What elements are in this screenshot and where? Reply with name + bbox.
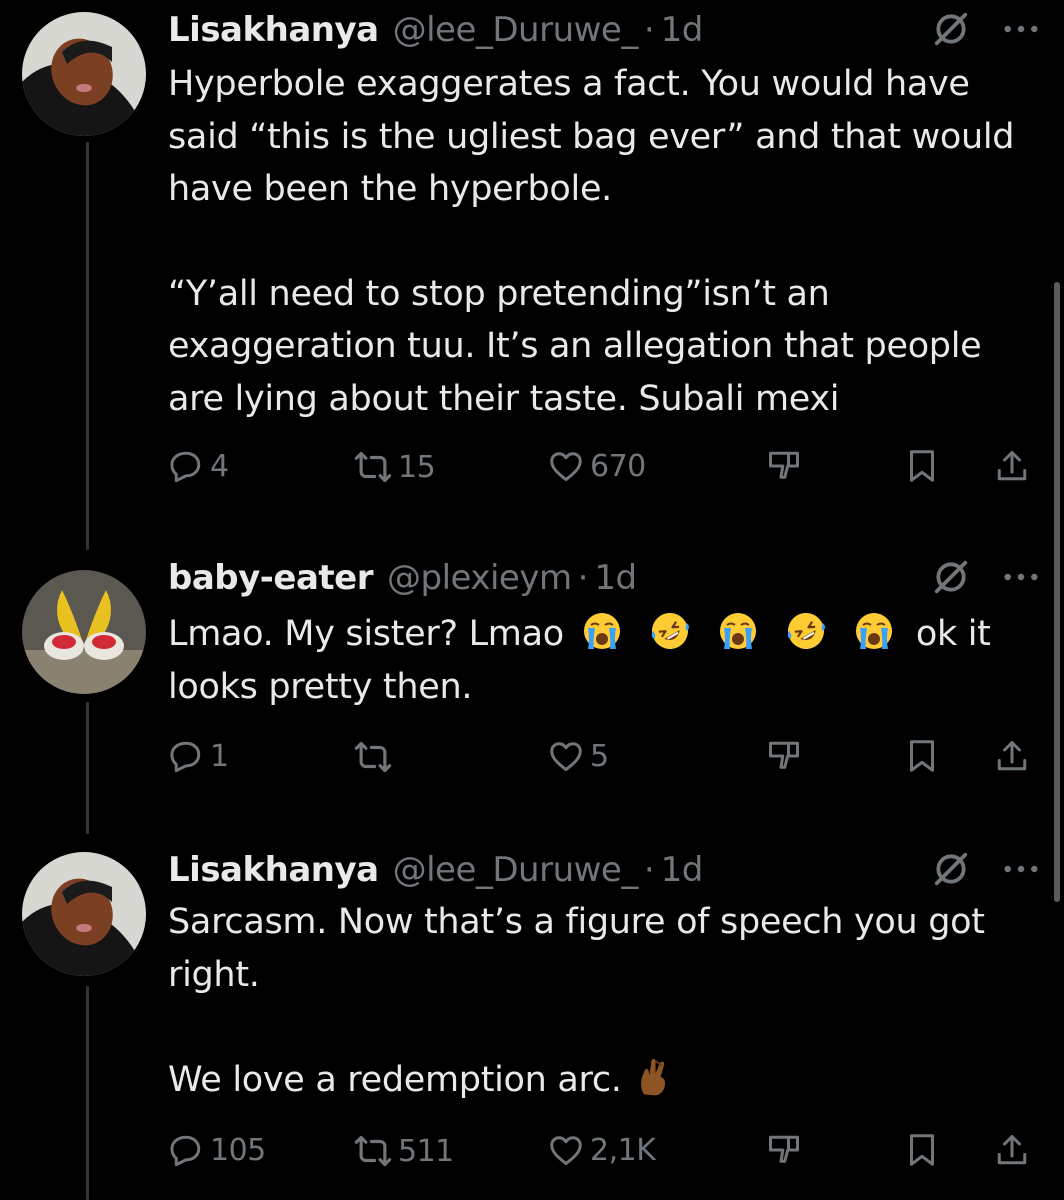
reply-count: 4 (210, 448, 229, 484)
heart-icon (548, 738, 584, 774)
slashed-circle-icon[interactable] (932, 558, 970, 596)
dislike-button[interactable] (766, 738, 802, 774)
crossed-fingers-emoji (636, 1053, 670, 1097)
repost-icon (354, 1132, 392, 1170)
repost-icon (354, 738, 392, 776)
bookmark-icon (904, 448, 940, 484)
repost-count: 15 (398, 449, 436, 485)
share-button[interactable] (994, 448, 1030, 484)
crying-face-emoji (718, 611, 758, 651)
action-bar: 4 15 670 (168, 448, 1038, 488)
dislike-icon (766, 738, 802, 774)
repost-button[interactable]: 511 (354, 1132, 454, 1170)
avatar[interactable] (22, 12, 146, 136)
more-horizontal-icon[interactable] (1002, 863, 1040, 875)
share-button[interactable] (994, 738, 1030, 774)
rofl-face-emoji (650, 611, 690, 651)
tweet-paragraph: looks pretty then. (168, 666, 473, 707)
tweet-paragraph: Hyperbole exaggerates a fact. You would … (168, 64, 1015, 209)
action-bar: 105 511 2,1K (168, 1132, 1038, 1172)
reply-icon (168, 738, 204, 774)
dislike-icon (766, 1132, 802, 1168)
like-button[interactable]: 5 (548, 738, 609, 774)
heart-icon (548, 448, 584, 484)
tweet-text: Hyperbole exaggerates a fact. You would … (168, 58, 1028, 425)
tweet-line-end: ok it (915, 614, 991, 654)
crying-face-emoji (854, 611, 894, 651)
slashed-circle-icon[interactable] (932, 850, 970, 888)
tweet-line: We love a redemption arc. (168, 1060, 622, 1100)
timestamp[interactable]: 1d (661, 850, 704, 890)
rofl-face-emoji (786, 611, 826, 651)
slashed-circle-icon[interactable] (932, 10, 970, 48)
timestamp[interactable]: 1d (661, 10, 704, 50)
dislike-button[interactable] (766, 1132, 802, 1168)
display-name[interactable]: Lisakhanya (168, 10, 379, 50)
share-icon (994, 738, 1030, 774)
repost-icon (354, 448, 392, 486)
dislike-button[interactable] (766, 448, 802, 484)
share-icon (994, 448, 1030, 484)
tweet-paragraph: “Y’all need to stop pretending”isn’t an … (168, 273, 982, 419)
reply-count: 1 (210, 738, 229, 774)
user-handle[interactable]: @plexieym (387, 558, 572, 598)
tweet-paragraph: Lmao. My sister? Lmao ok it (168, 608, 1028, 661)
tweet-paragraph: Sarcasm. Now that’s a figure of speech y… (168, 902, 985, 995)
thread-line-3 (86, 986, 89, 1200)
display-name[interactable]: baby-eater (168, 558, 373, 598)
tweet-text: Sarcasm. Now that’s a figure of speech y… (168, 896, 1028, 1107)
bookmark-icon (904, 1132, 940, 1168)
separator-dot: · (643, 850, 655, 890)
like-count: 5 (590, 738, 609, 774)
like-count: 2,1K (590, 1132, 656, 1168)
action-bar: 1 5 (168, 738, 1038, 778)
crying-face-emoji (582, 611, 622, 651)
dislike-icon (766, 448, 802, 484)
separator-dot: · (643, 10, 655, 50)
timestamp[interactable]: 1d (594, 558, 637, 598)
thread-line-2 (86, 702, 89, 834)
tweet-text: Lmao. My sister? Lmao ok it looks pretty … (168, 608, 1028, 713)
user-handle[interactable]: @lee_Duruwe_ (393, 10, 639, 50)
tweet-paragraph: We love a redemption arc. (168, 1053, 1028, 1107)
tweet-line-start: Lmao. My sister? Lmao (168, 614, 564, 654)
share-icon (994, 1132, 1030, 1168)
bookmark-button[interactable] (904, 448, 940, 484)
reply-button[interactable]: 4 (168, 448, 229, 484)
reply-button[interactable]: 1 (168, 738, 229, 774)
reply-icon (168, 448, 204, 484)
bookmark-icon (904, 738, 940, 774)
display-name[interactable]: Lisakhanya (168, 850, 379, 890)
share-button[interactable] (994, 1132, 1030, 1168)
more-horizontal-icon[interactable] (1002, 23, 1040, 35)
repost-button[interactable]: 15 (354, 448, 436, 486)
bookmark-button[interactable] (904, 1132, 940, 1168)
scrollbar[interactable] (1054, 282, 1060, 902)
avatar[interactable] (22, 570, 146, 694)
like-button[interactable]: 670 (548, 448, 646, 484)
heart-icon (548, 1132, 584, 1168)
separator-dot: · (577, 558, 589, 598)
reply-count: 105 (210, 1132, 266, 1168)
repost-count: 511 (398, 1133, 454, 1169)
avatar[interactable] (22, 852, 146, 976)
like-button[interactable]: 2,1K (548, 1132, 656, 1168)
reply-button[interactable]: 105 (168, 1132, 266, 1168)
user-handle[interactable]: @lee_Duruwe_ (393, 850, 639, 890)
repost-button[interactable] (354, 738, 398, 776)
bookmark-button[interactable] (904, 738, 940, 774)
thread-line-1 (86, 142, 89, 550)
like-count: 670 (590, 448, 646, 484)
more-horizontal-icon[interactable] (1002, 571, 1040, 583)
reply-icon (168, 1132, 204, 1168)
